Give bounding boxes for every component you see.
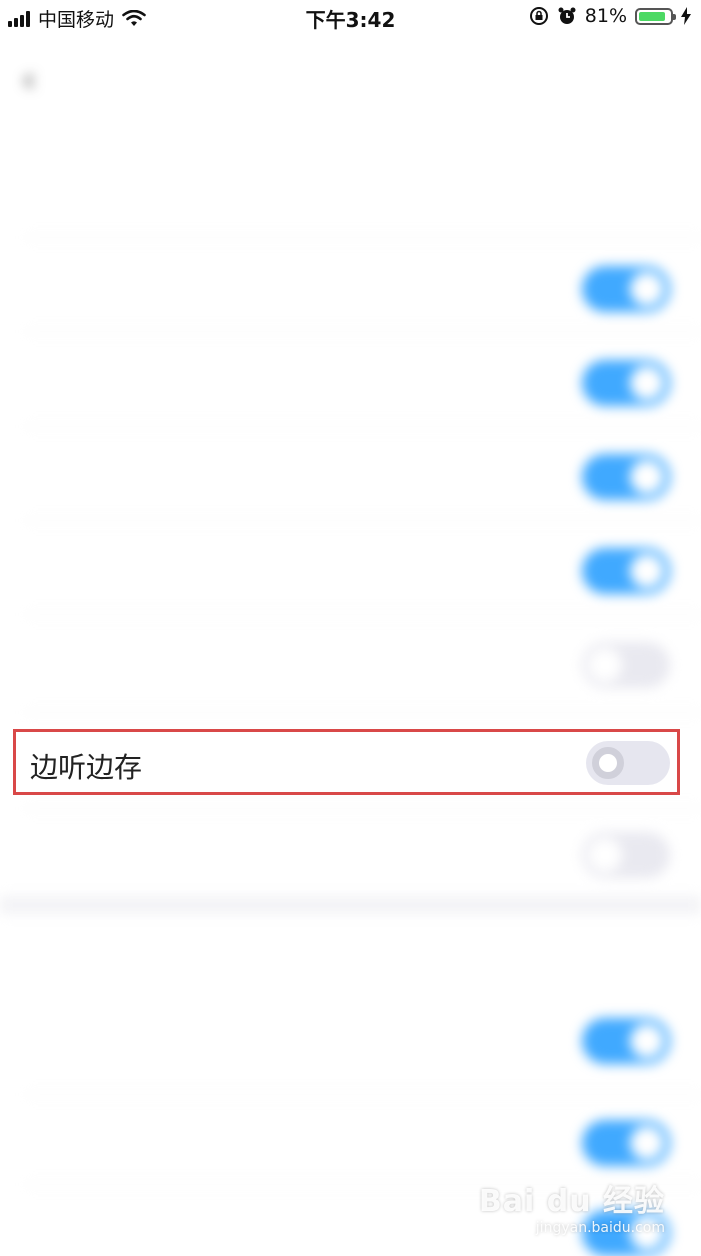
back-icon[interactable]: ‹ xyxy=(22,60,36,100)
setting-toggle[interactable] xyxy=(582,360,670,406)
listen-and-save-toggle[interactable] xyxy=(586,741,670,785)
settings-list-blurred: ‹ xyxy=(0,34,701,1256)
toggle-knob xyxy=(592,747,624,779)
watermark-logo: Bai du 经验 xyxy=(478,1184,665,1219)
battery-percent: 81% xyxy=(584,5,627,27)
nav-bar: ‹ xyxy=(0,34,701,114)
divider xyxy=(26,1094,701,1095)
baidu-watermark: Bai du 经验 jingyan.baidu.com xyxy=(479,1176,665,1236)
section-separator xyxy=(0,896,701,914)
setting-toggle[interactable] xyxy=(582,1120,670,1166)
status-right: 81% xyxy=(529,5,691,27)
rotation-lock-icon xyxy=(529,7,548,25)
divider xyxy=(26,712,701,713)
battery-icon xyxy=(635,7,676,25)
setting-toggle[interactable] xyxy=(582,454,670,500)
charging-icon xyxy=(681,7,691,25)
setting-toggle[interactable] xyxy=(582,832,670,878)
divider xyxy=(26,426,701,427)
watermark-url: jingyan.baidu.com xyxy=(535,1220,665,1236)
divider xyxy=(26,237,701,238)
status-bar: 中国移动 下午3:42 81% xyxy=(0,0,701,34)
setting-toggle[interactable] xyxy=(582,642,670,688)
setting-toggle[interactable] xyxy=(582,548,670,594)
divider xyxy=(26,808,701,809)
divider xyxy=(26,614,701,615)
setting-toggle[interactable] xyxy=(582,1018,670,1064)
setting-toggle[interactable] xyxy=(582,266,670,312)
highlighted-setting-row[interactable]: 边听边存 xyxy=(13,729,680,795)
divider xyxy=(26,520,701,521)
listen-and-save-label: 边听边存 xyxy=(30,751,143,784)
divider xyxy=(26,331,701,332)
alarm-icon xyxy=(558,7,576,24)
